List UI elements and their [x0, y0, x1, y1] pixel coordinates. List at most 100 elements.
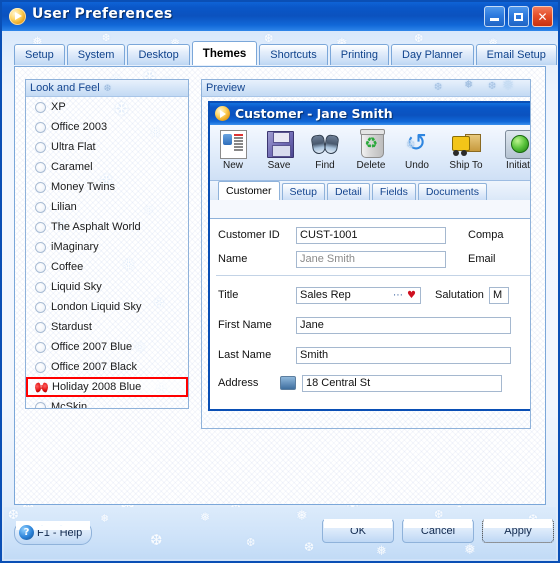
preview-tab-documents[interactable]: Documents: [417, 183, 487, 200]
tab-day-planner[interactable]: Day Planner: [391, 44, 474, 65]
tab-label: Email Setup: [486, 49, 546, 61]
tab-shortcuts[interactable]: Shortcuts: [259, 44, 328, 65]
tab-label: Themes: [202, 47, 247, 60]
theme-option-liquid-sky[interactable]: Liquid Sky: [26, 277, 188, 297]
preview-tab-detail[interactable]: Detail: [326, 183, 370, 200]
snowflake-icon: ❅: [502, 80, 515, 94]
theme-option-coffee[interactable]: Coffee: [26, 257, 188, 277]
tab-email-setup[interactable]: Email Setup: [475, 44, 557, 65]
radio-button[interactable]: [35, 201, 46, 213]
address-label: Address: [218, 377, 259, 389]
preview-tab-setup[interactable]: Setup: [281, 183, 325, 200]
toolbar-button-save[interactable]: Save: [256, 128, 302, 171]
theme-label: Liquid Sky: [51, 281, 102, 293]
title-value: Sales Rep: [300, 288, 351, 301]
customer-id-input[interactable]: CUST-1001: [296, 226, 446, 244]
theme-option-caramel[interactable]: Caramel: [26, 157, 188, 177]
form-divider: [216, 275, 530, 276]
radio-button[interactable]: [35, 161, 46, 173]
group-title-label: Look and Feel: [30, 82, 100, 94]
theme-option-imaginary[interactable]: iMaginary: [26, 237, 188, 257]
toolbar-button-delete[interactable]: Delete: [348, 128, 394, 171]
theme-option-london-liquid-sky[interactable]: London Liquid Sky: [26, 297, 188, 317]
binoculars-icon: [310, 128, 341, 159]
toolbar-button-new[interactable]: New: [210, 128, 256, 171]
theme-label: Stardust: [51, 321, 92, 333]
last-name-input[interactable]: Smith: [296, 346, 511, 364]
radio-button[interactable]: [35, 101, 46, 113]
radio-button[interactable]: [35, 361, 46, 373]
theme-option-the-asphalt-world[interactable]: The Asphalt World: [26, 217, 188, 237]
theme-option-money-twins[interactable]: Money Twins: [26, 177, 188, 197]
theme-option-holiday-2008-blue[interactable]: Holiday 2008 Blue: [26, 377, 188, 397]
radio-button[interactable]: [35, 321, 46, 333]
globe-icon[interactable]: [280, 376, 296, 390]
ok-button[interactable]: OK: [322, 519, 394, 543]
theme-option-office-2003[interactable]: Office 2003: [26, 117, 188, 137]
maximize-icon: [514, 12, 523, 21]
first-name-input[interactable]: Jane: [296, 316, 511, 334]
theme-option-ultra-flat[interactable]: Ultra Flat: [26, 137, 188, 157]
theme-option-lilian[interactable]: Lilian: [26, 197, 188, 217]
ellipsis-icon[interactable]: ⋯: [393, 290, 404, 301]
radio-button[interactable]: [35, 341, 46, 353]
forklift-icon: [451, 128, 482, 159]
theme-option-mcskin[interactable]: McSkin: [26, 397, 188, 408]
radio-button[interactable]: [35, 221, 46, 233]
name-input[interactable]: Jane Smith: [296, 250, 446, 268]
new-document-icon: [218, 128, 249, 159]
email-label: Email: [468, 253, 496, 265]
title-input[interactable]: Sales Rep ⋯ ♥: [296, 286, 421, 304]
field-row-address: Address 18 Central St: [218, 373, 530, 393]
minimize-icon: [490, 18, 499, 21]
toolbar-button-undo[interactable]: ↺ Undo: [394, 128, 440, 171]
toolbar-label: Undo: [405, 160, 429, 171]
theme-option-office-2007-black[interactable]: Office 2007 Black: [26, 357, 188, 377]
theme-label: The Asphalt World: [51, 221, 141, 233]
theme-label: Office 2007 Blue: [51, 341, 133, 353]
radio-button[interactable]: [35, 281, 46, 293]
first-name-label: First Name: [218, 319, 272, 331]
radio-button[interactable]: [35, 401, 46, 408]
look-and-feel-title: Look and Feel ❆: [26, 80, 188, 97]
preview-tab-fields[interactable]: Fields: [371, 183, 416, 200]
group-title-label: Preview: [206, 82, 246, 94]
theme-option-stardust[interactable]: Stardust: [26, 317, 188, 337]
address-input[interactable]: 18 Central St: [302, 374, 502, 392]
radio-button[interactable]: [35, 121, 46, 133]
minimize-button[interactable]: [484, 6, 505, 27]
preview-tab-customer[interactable]: Customer: [218, 181, 280, 200]
cancel-button[interactable]: Cancel: [402, 519, 474, 543]
theme-option-office-2007-blue[interactable]: Office 2007 Blue: [26, 337, 188, 357]
toolbar-button-find[interactable]: Find: [302, 128, 348, 171]
toolbar-label: New: [222, 160, 243, 171]
toolbar-label: Ship To: [449, 160, 483, 171]
look-and-feel-list[interactable]: ❆ ❅ ❆ ❅ ❆ ❅ ❆ ❅ ❆ XP Office 2003 Ultra F…: [26, 97, 188, 408]
radio-button[interactable]: [35, 241, 46, 253]
toolbar-button-ship-to[interactable]: Ship To: [440, 128, 492, 171]
dialog-footer: ❆ ❅ ❆ ❅ ❆ ❅ ❆ ❅ ❆ ❅ ❆ ? F1 - Help OK Can…: [4, 507, 556, 559]
tab-setup[interactable]: Setup: [14, 44, 65, 65]
radio-button[interactable]: [35, 261, 46, 273]
help-button[interactable]: ? F1 - Help: [14, 521, 92, 545]
maximize-button[interactable]: [508, 6, 529, 27]
radio-button[interactable]: [35, 181, 46, 193]
tab-label: Printing: [340, 49, 379, 61]
look-and-feel-group: Look and Feel ❆ ❆ ❅ ❆ ❅ ❆ ❅ ❆ ❅ ❆ XP Off…: [25, 79, 189, 409]
radio-button[interactable]: [35, 301, 46, 313]
tab-themes[interactable]: Themes: [191, 41, 258, 65]
tab-system[interactable]: System: [66, 44, 126, 65]
apply-button[interactable]: Apply: [482, 519, 554, 543]
tab-printing[interactable]: Printing: [329, 44, 390, 65]
radio-button[interactable]: [35, 141, 46, 153]
close-button[interactable]: ✕: [532, 6, 553, 27]
toolbar-button-initiate[interactable]: Initiat: [492, 128, 530, 171]
snowflake-icon: ❅: [376, 544, 387, 559]
snowflake-icon: ❆: [304, 540, 315, 554]
cancel-button-label: Cancel: [420, 525, 456, 537]
theme-label: Money Twins: [51, 181, 115, 193]
tab-desktop[interactable]: Desktop: [127, 44, 190, 65]
snowflake-icon: ❅: [464, 542, 476, 558]
salutation-input[interactable]: M: [488, 286, 509, 304]
theme-option-xp[interactable]: XP: [26, 97, 188, 117]
